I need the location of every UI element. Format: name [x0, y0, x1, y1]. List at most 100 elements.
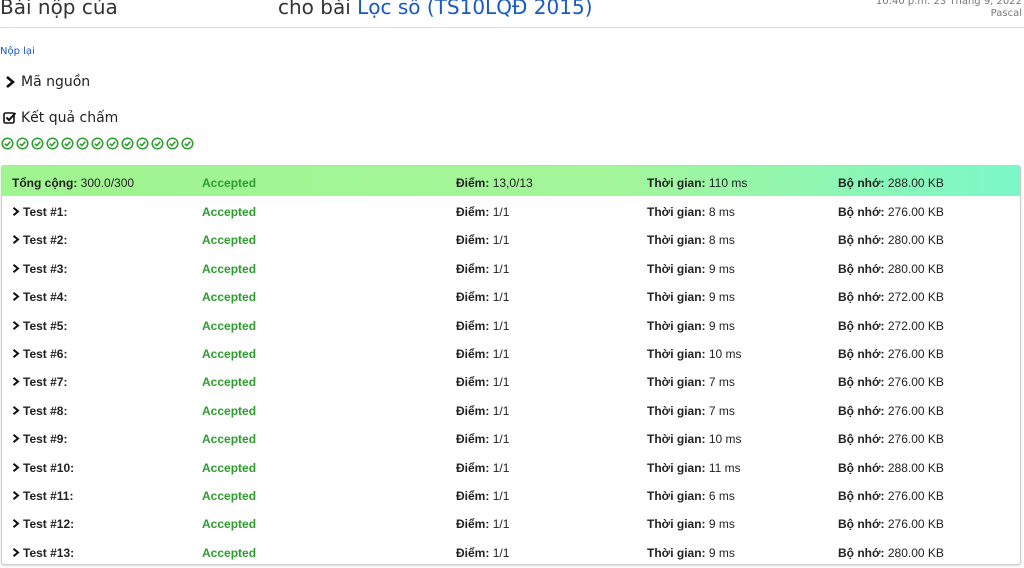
summary-status: Accepted: [202, 176, 257, 190]
memory-label: Bộ nhớ:: [838, 176, 885, 190]
check-circle-icon: [136, 135, 149, 150]
test-name: Test #8:: [12, 404, 67, 418]
chevron-right-icon: [12, 290, 20, 304]
test-name: Test #6:: [12, 347, 67, 361]
check-circle-icon: [76, 135, 89, 150]
check-circle-icon: [121, 135, 134, 150]
page-title: Bài nộp của cho bài Lọc số (TS10LQĐ 2015): [0, 0, 593, 19]
test-row[interactable]: Test #4: Accepted Điểm: 1/1 Thời gian: 9 ms…: [2, 281, 1020, 309]
summary-memory-value: 288.00 KB: [887, 176, 944, 190]
test-name: Test #13:: [12, 546, 74, 560]
test-row[interactable]: Test #7: Accepted Điểm: 1/1 Thời gian: 7 ms…: [2, 366, 1020, 394]
check-circle-icon: [61, 135, 74, 150]
summary-label: Tổng cộng:: [12, 176, 78, 190]
submission-timestamp: 10:40 p.m. 23 Tháng 9, 2022: [875, 0, 1022, 7]
test-points: Điểm: 1/1: [456, 347, 510, 361]
results-label: Kết quả chấm: [21, 110, 119, 126]
test-time: Thời gian: 9 ms: [647, 261, 735, 276]
test-memory: Bộ nhớ: 280.00 KB: [838, 261, 944, 276]
time-label: Thời gian:: [647, 176, 706, 190]
test-status: Accepted: [202, 347, 257, 361]
chevron-right-icon: [12, 347, 20, 361]
test-time: Thời gian: 8 ms: [647, 233, 735, 248]
test-status: Accepted: [202, 432, 257, 447]
test-row[interactable]: Test #9: Accepted Điểm: 1/1 Thời gian: 10 m…: [2, 423, 1020, 451]
summary-time-value: 110 ms: [708, 176, 748, 190]
test-row[interactable]: Test #8: Accepted Điểm: 1/1 Thời gian: 7 ms…: [2, 395, 1020, 423]
test-memory: Bộ nhớ: 288.00 KB: [838, 460, 944, 475]
test-points: Điểm: 1/1: [456, 517, 510, 532]
test-memory: Bộ nhớ: 276.00 KB: [838, 375, 944, 390]
chevron-right-icon: [12, 546, 20, 560]
check-circle-icon: [166, 135, 179, 150]
chevron-right-icon: [12, 404, 20, 418]
check-circle-icon: [1, 135, 14, 150]
chevron-right-icon: [12, 489, 20, 503]
check-circle-icon: [16, 135, 29, 150]
source-code-toggle[interactable]: Mã nguồn: [3, 74, 90, 90]
test-points: Điểm: 1/1: [456, 460, 510, 475]
chevron-right-icon: [12, 233, 20, 247]
test-time: Thời gian: 11 ms: [647, 460, 741, 475]
test-row[interactable]: Test #13: Accepted Điểm: 1/1 Thời gian: 9 m…: [2, 537, 1020, 564]
check-circle-icon: [91, 135, 104, 150]
test-check-icons: [1, 135, 194, 150]
test-name: Test #9:: [12, 432, 67, 446]
test-points: Điểm: 1/1: [456, 318, 510, 333]
results-toggle[interactable]: Kết quả chấm: [3, 110, 118, 126]
test-time: Thời gian: 10 ms: [647, 347, 742, 361]
test-memory: Bộ nhớ: 276.00 KB: [838, 205, 944, 219]
check-circle-icon: [106, 135, 119, 150]
test-row[interactable]: Test #5: Accepted Điểm: 1/1 Thời gian: 9 ms…: [2, 310, 1020, 338]
test-name: Test #1:: [12, 205, 67, 219]
test-memory: Bộ nhớ: 276.00 KB: [838, 347, 944, 361]
test-status: Accepted: [202, 318, 257, 333]
test-row[interactable]: Test #1: Accepted Điểm: 1/1 Thời gian: 8 ms…: [2, 196, 1020, 224]
test-points: Điểm: 1/1: [456, 489, 510, 503]
test-memory: Bộ nhớ: 272.00 KB: [838, 290, 944, 305]
test-row[interactable]: Test #11: Accepted Điểm: 1/1 Thời gian: 6 m…: [2, 480, 1020, 508]
test-time: Thời gian: 6 ms: [647, 489, 735, 503]
test-status: Accepted: [202, 545, 257, 560]
test-status: Accepted: [202, 403, 257, 418]
test-row[interactable]: Test #2: Accepted Điểm: 1/1 Thời gian: 8 ms…: [2, 224, 1020, 252]
title-middle: cho bài: [278, 0, 351, 19]
check-circle-icon: [181, 135, 194, 150]
chevron-right-icon: [12, 375, 20, 389]
chevron-right-icon: [12, 262, 20, 276]
resubmit-link[interactable]: Nộp lại: [0, 46, 35, 57]
test-name: Test #11:: [12, 489, 73, 503]
page-header: Bài nộp của cho bài Lọc số (TS10LQĐ 2015)…: [0, 0, 1024, 28]
test-status: Accepted: [202, 233, 257, 248]
check-circle-icon: [31, 135, 44, 150]
test-status: Accepted: [202, 375, 257, 390]
test-row[interactable]: Test #3: Accepted Điểm: 1/1 Thời gian: 9 ms…: [2, 253, 1020, 281]
test-memory: Bộ nhớ: 276.00 KB: [838, 517, 944, 532]
test-row[interactable]: Test #6: Accepted Điểm: 1/1 Thời gian: 10 m…: [2, 338, 1020, 366]
test-points: Điểm: 1/1: [456, 290, 510, 305]
check-circle-icon: [46, 135, 59, 150]
test-time: Thời gian: 9 ms: [647, 318, 735, 333]
chevron-right-icon: [12, 432, 20, 446]
summary-points-value: 13,0/13: [492, 176, 533, 190]
test-time: Thời gian: 8 ms: [647, 205, 735, 219]
title-prefix: Bài nộp của: [0, 0, 118, 19]
chevron-right-icon: [12, 319, 20, 333]
test-memory: Bộ nhớ: 272.00 KB: [838, 318, 944, 333]
summary-time: Thời gian: 110 ms: [647, 176, 747, 190]
test-points: Điểm: 1/1: [456, 205, 510, 219]
test-results-panel: Tổng cộng: 300.0/300 Accepted Điểm: 13,0…: [1, 165, 1021, 565]
problem-link[interactable]: Lọc số (TS10LQĐ 2015): [357, 0, 592, 19]
test-time: Thời gian: 9 ms: [647, 517, 735, 532]
test-status: Accepted: [202, 205, 257, 219]
test-status: Accepted: [202, 460, 257, 475]
test-row[interactable]: Test #12: Accepted Điểm: 1/1 Thời gian: 9 m…: [2, 508, 1020, 536]
points-label: Điểm:: [456, 176, 490, 190]
test-memory: Bộ nhớ: 280.00 KB: [838, 233, 944, 248]
test-memory: Bộ nhớ: 280.00 KB: [838, 545, 944, 560]
test-time: Thời gian: 9 ms: [647, 290, 735, 305]
test-memory: Bộ nhớ: 276.00 KB: [838, 489, 944, 503]
test-memory: Bộ nhớ: 276.00 KB: [838, 432, 944, 447]
test-row[interactable]: Test #10: Accepted Điểm: 1/1 Thời gian: 11 …: [2, 452, 1020, 480]
test-status: Accepted: [202, 517, 257, 532]
